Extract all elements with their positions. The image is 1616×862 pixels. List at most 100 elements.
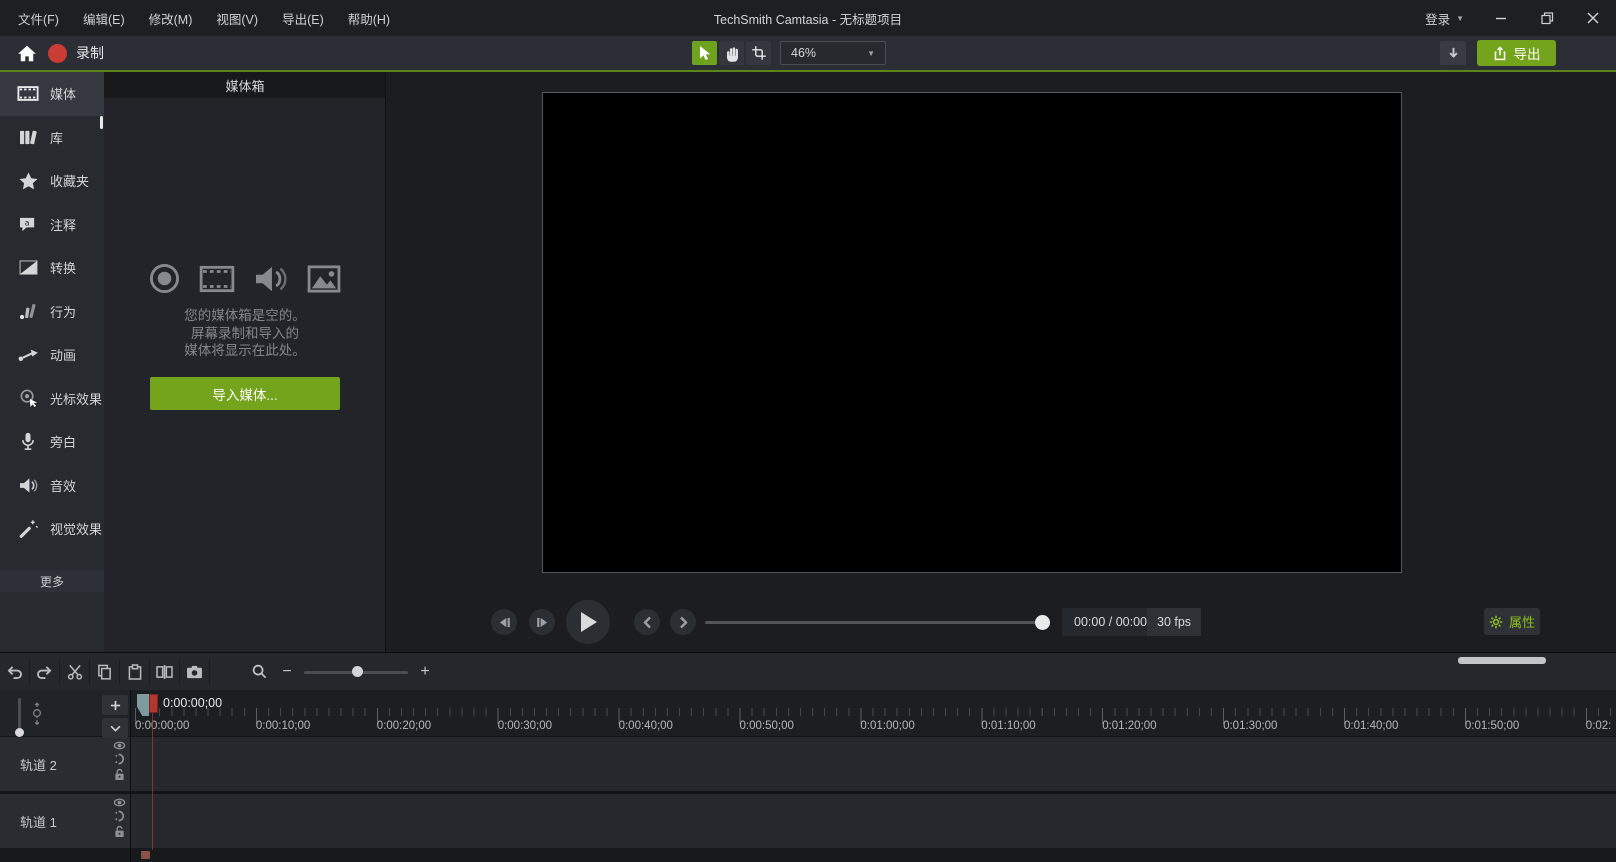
next-frame-button[interactable] xyxy=(529,609,555,635)
transition-icon xyxy=(17,260,39,275)
media-bin-empty-icons xyxy=(104,263,386,294)
export-button[interactable]: 导出 xyxy=(1477,40,1556,66)
redo-button[interactable] xyxy=(30,660,60,684)
visibility-eye-icon[interactable] xyxy=(113,741,126,750)
split-button[interactable] xyxy=(150,660,180,684)
menu-item[interactable]: 导出(E) xyxy=(272,5,334,32)
login-button[interactable]: 登录 ▼ xyxy=(1411,0,1478,36)
lock-icon[interactable] xyxy=(114,768,125,781)
canvas-tool-group xyxy=(692,41,771,65)
share-icon xyxy=(1493,46,1507,61)
track-height-slider[interactable] xyxy=(18,698,21,732)
export-label: 导出 xyxy=(1514,43,1541,63)
media-bin-panel xyxy=(104,72,386,652)
sidebar-item-voice-narration[interactable]: 旁白 xyxy=(0,420,104,464)
sidebar-item-label: 音效 xyxy=(50,476,76,495)
copy-button[interactable] xyxy=(90,660,120,684)
visibility-eye-icon[interactable] xyxy=(113,798,126,807)
timeline-scroll-marker[interactable] xyxy=(141,851,150,859)
time-display: 00:00 / 00:00 xyxy=(1062,608,1159,636)
snap-icon[interactable] xyxy=(114,810,126,822)
play-button[interactable] xyxy=(566,600,610,644)
media-bin-title: 媒体箱 xyxy=(225,76,264,95)
menu-item[interactable]: 视图(V) xyxy=(206,5,268,32)
scissors-icon xyxy=(67,664,83,680)
minimize-button[interactable] xyxy=(1478,0,1524,36)
empty-text-line: 您的媒体箱是空的。 xyxy=(104,307,386,325)
pan-tool-button[interactable] xyxy=(719,41,744,65)
menu-item[interactable]: 帮助(H) xyxy=(338,5,400,32)
collapse-tracks-button[interactable] xyxy=(102,718,128,738)
sidebar-scrollbar[interactable] xyxy=(100,116,103,129)
sidebar-item-behaviors[interactable]: 行为 xyxy=(0,290,104,334)
canvas-zoom-select[interactable]: 46% ▼ xyxy=(780,41,886,65)
sidebar-item-library[interactable]: 库 xyxy=(0,116,104,160)
record-label: 录制 xyxy=(76,43,104,63)
download-button[interactable] xyxy=(1440,41,1466,65)
jump-back-button[interactable] xyxy=(634,609,660,635)
preview-stage[interactable] xyxy=(542,92,1402,573)
track-height-slider-thumb[interactable] xyxy=(15,728,24,737)
sidebar-item-favorites[interactable]: 收藏夹 xyxy=(0,159,104,203)
playback-seek-slider[interactable] xyxy=(705,614,1050,630)
home-button[interactable] xyxy=(14,41,40,65)
cursor-effects-icon xyxy=(17,389,39,408)
seek-thumb[interactable] xyxy=(1035,615,1050,630)
previous-frame-icon xyxy=(498,617,511,628)
timeline-ruler[interactable]: 0:00:00;000:00:10;000:00:20;000:00:30;00… xyxy=(130,690,1616,737)
sidebar-more-button[interactable]: 更多 xyxy=(0,570,104,592)
sidebar-item-audio-effects[interactable]: 音效 xyxy=(0,464,104,508)
play-icon xyxy=(579,611,598,633)
record-button[interactable]: 录制 xyxy=(48,40,104,66)
playhead-marker[interactable] xyxy=(149,694,158,713)
lock-icon[interactable] xyxy=(114,825,125,838)
menu-item[interactable]: 修改(M) xyxy=(139,5,203,32)
playhead-time: 0:00:00;00 xyxy=(163,696,222,710)
previous-frame-button[interactable] xyxy=(491,609,517,635)
timeline-zoom-button[interactable] xyxy=(244,660,274,684)
crop-tool-button[interactable] xyxy=(746,41,771,65)
cut-button[interactable] xyxy=(60,660,90,684)
import-media-button[interactable]: 导入媒体... xyxy=(150,377,340,410)
ruler-label: 0:00:30;00 xyxy=(498,720,552,732)
titlebar-right: 登录 ▼ xyxy=(1411,0,1616,36)
sidebar-item-label: 视觉效果 xyxy=(50,519,102,538)
ruler-label: 0:01:10;00 xyxy=(981,720,1035,732)
timeline-horizontal-scrollbar[interactable] xyxy=(1458,657,1546,664)
restore-button[interactable] xyxy=(1524,0,1570,36)
jump-forward-button[interactable] xyxy=(670,609,696,635)
track-row: 轨道 1 xyxy=(0,794,1616,848)
track-name: 轨道 2 xyxy=(0,755,57,774)
timeline-zoom-slider[interactable] xyxy=(304,665,408,679)
track-1-header[interactable]: 轨道 1 xyxy=(0,794,130,848)
sidebar-item-label: 库 xyxy=(50,128,63,147)
sidebar-item-annotations[interactable]: a 注释 xyxy=(0,203,104,247)
snap-icon[interactable] xyxy=(114,753,126,765)
properties-button[interactable]: 属性 xyxy=(1484,608,1540,635)
track-2-header[interactable]: 轨道 2 xyxy=(0,737,130,791)
sidebar-item-media[interactable]: 媒体 xyxy=(0,72,104,116)
add-track-button[interactable] xyxy=(102,695,128,715)
sidebar-item-animations[interactable]: 动画 xyxy=(0,333,104,377)
paste-button[interactable] xyxy=(120,660,150,684)
menu-item[interactable]: 文件(F) xyxy=(8,5,69,32)
timeline-zoom-out-button[interactable]: − xyxy=(274,663,300,681)
zoom-slider-thumb[interactable] xyxy=(352,666,363,677)
sidebar-item-transitions[interactable]: 转换 xyxy=(0,246,104,290)
screenshot-button[interactable] xyxy=(180,660,210,684)
track-1-lane[interactable] xyxy=(131,794,1616,848)
close-button[interactable] xyxy=(1570,0,1616,36)
menu-item[interactable]: 编辑(E) xyxy=(73,5,135,32)
ruler-label: 0:01:40;00 xyxy=(1344,720,1398,732)
track-2-lane[interactable] xyxy=(131,737,1616,791)
ruler-label: 0:00:10;00 xyxy=(256,720,310,732)
sidebar-item-label: 媒体 xyxy=(50,84,76,103)
undo-button[interactable] xyxy=(0,660,30,684)
sidebar-item-visual-effects[interactable]: 视觉效果 xyxy=(0,507,104,551)
select-tool-button[interactable] xyxy=(692,41,717,65)
chevron-down-icon: ▼ xyxy=(1456,14,1464,23)
sidebar-item-cursor-effects[interactable]: 光标效果 xyxy=(0,377,104,421)
more-label: 更多 xyxy=(40,573,64,590)
timeline-zoom-in-button[interactable]: + xyxy=(412,663,438,681)
media-icon xyxy=(17,85,39,102)
